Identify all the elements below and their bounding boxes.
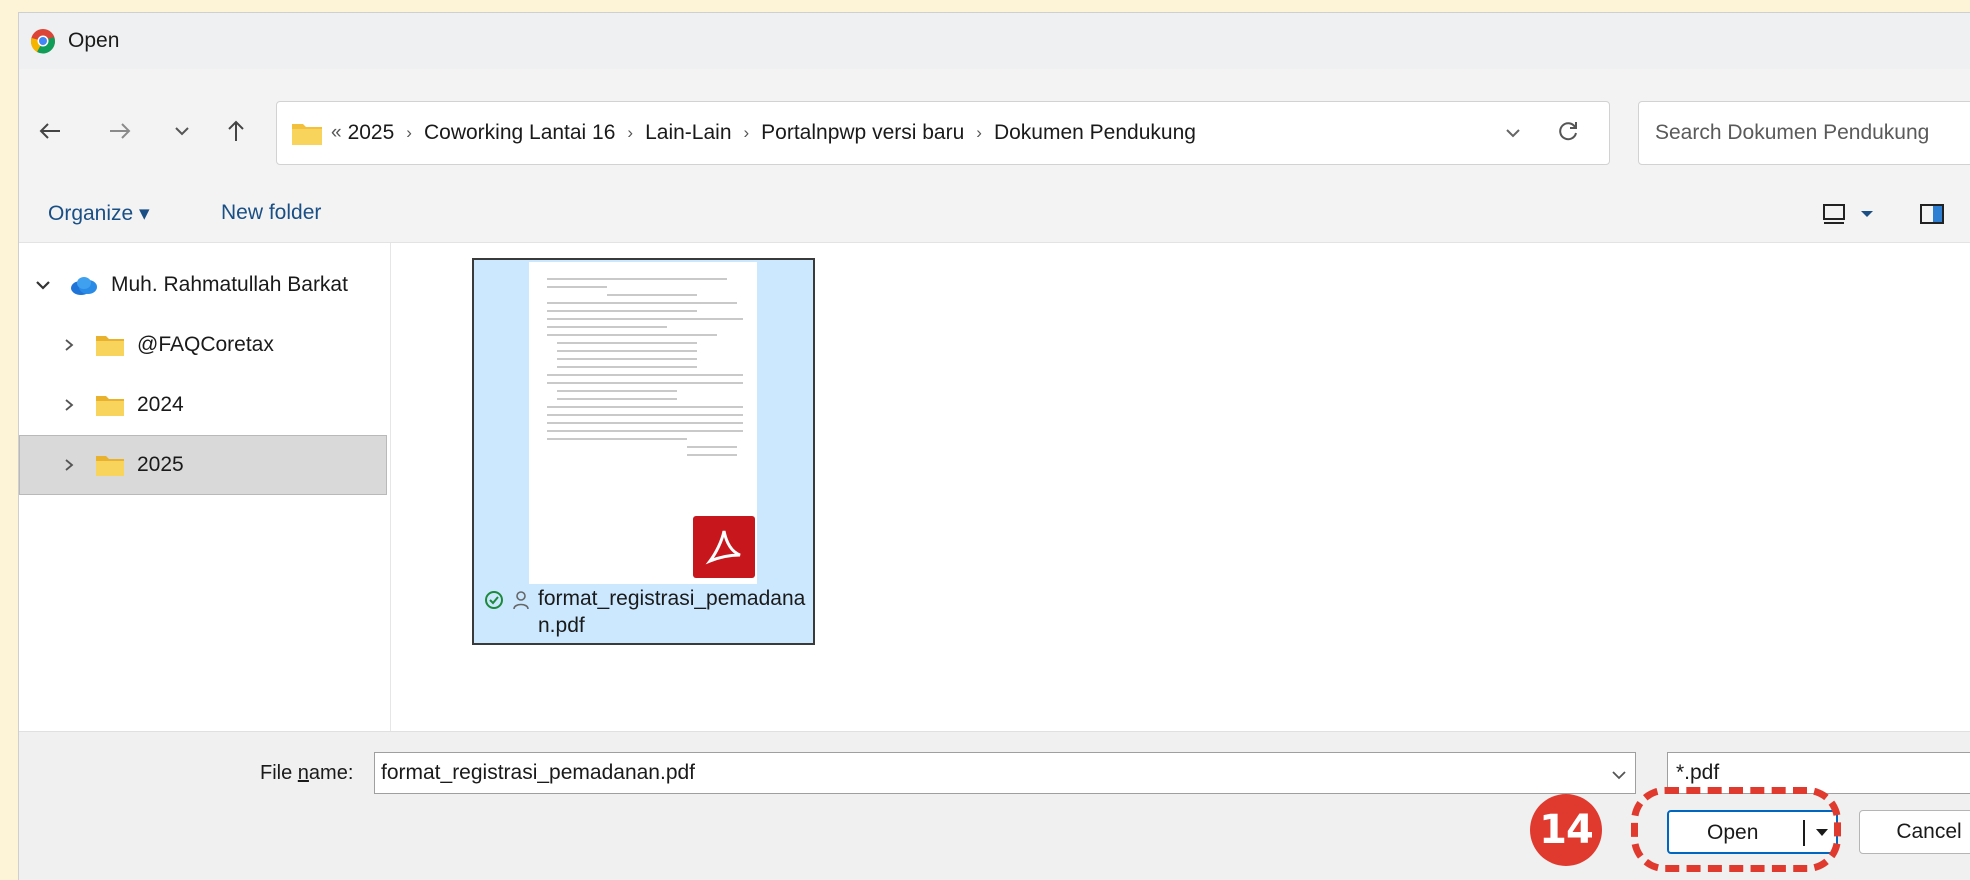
onedrive-cloud-icon [71, 277, 97, 295]
view-layout-icon [1823, 204, 1845, 224]
file-item-selected[interactable]: format_registrasi_pemadanan.pdf [472, 258, 815, 645]
folder-icon [292, 124, 322, 145]
sidebar-item-label: Muh. Rahmatullah Barkat [111, 273, 348, 296]
sidebar-item-onedrive[interactable]: Muh. Rahmatullah Barkat [19, 255, 387, 315]
sidebar-item-label: 2024 [137, 393, 184, 416]
folder-icon [96, 396, 124, 416]
up-arrow-icon[interactable] [219, 114, 253, 148]
sidebar-item-2025[interactable]: 2025 [19, 435, 387, 495]
collapsed-chevron-icon[interactable] [59, 398, 79, 412]
refresh-icon[interactable] [1556, 119, 1580, 149]
folder-icon [96, 456, 124, 476]
collapsed-chevron-icon[interactable] [59, 338, 79, 352]
breadcrumb-overflow[interactable]: « [331, 122, 342, 144]
synced-check-icon [485, 591, 503, 609]
highlight-ring [1631, 787, 1841, 872]
breadcrumb-separator-icon: › [743, 123, 750, 142]
step-number-badge: 14 [1530, 794, 1602, 866]
address-history-chevron-icon[interactable] [1505, 121, 1521, 145]
breadcrumb-item-2025[interactable]: 2025 [342, 121, 401, 145]
pdf-thumbnail [529, 262, 757, 584]
sidebar-item-label: 2025 [137, 453, 184, 476]
view-dropdown-caret-icon [1861, 211, 1873, 217]
new-folder-button[interactable]: New folder [221, 201, 321, 225]
shared-person-icon [513, 591, 529, 610]
window-title: Open [68, 29, 120, 52]
file-name-label: format_registrasi_pemadanan.pdf [538, 587, 806, 637]
search-box[interactable] [1638, 101, 1970, 165]
preview-pane-icon [1920, 204, 1944, 224]
change-view-button[interactable] [1822, 203, 1874, 225]
breadcrumb-separator-icon: › [627, 123, 634, 142]
back-arrow-icon[interactable] [33, 114, 67, 148]
file-name-field[interactable] [381, 761, 1581, 785]
collapsed-chevron-icon[interactable] [59, 458, 79, 472]
forward-arrow-icon[interactable] [103, 114, 137, 148]
breadcrumb-separator-icon: › [406, 123, 412, 142]
navigation-pane[interactable]: Muh. Rahmatullah Barkat @FAQCoretax 2024 [19, 243, 391, 731]
navigation-bar: « 2025 › Coworking Lantai 16 › Lain-Lain… [19, 69, 1970, 185]
file-name-combobox[interactable] [374, 752, 1636, 794]
file-name-field-label: File name: [260, 762, 354, 784]
breadcrumb-item-coworking[interactable]: Coworking Lantai 16 [418, 121, 621, 145]
sidebar-item-label: @FAQCoretax [137, 333, 274, 356]
sidebar-item-2024[interactable]: 2024 [19, 375, 387, 435]
breadcrumb-item-dokumen[interactable]: Dokumen Pendukung [988, 121, 1202, 145]
breadcrumb-item-portalnpwp[interactable]: Portalnpwp versi baru [755, 121, 970, 145]
breadcrumb-item-lain-lain[interactable]: Lain-Lain [639, 121, 737, 145]
file-name-dropdown-chevron-icon[interactable] [1611, 763, 1627, 787]
command-toolbar: Organize ▾ New folder [19, 185, 1970, 243]
recent-locations-chevron-icon[interactable] [165, 114, 199, 148]
breadcrumb-separator-icon: › [976, 123, 982, 142]
cancel-button[interactable]: Cancel [1859, 810, 1970, 854]
folder-icon [96, 336, 124, 356]
address-bar[interactable]: « 2025 › Coworking Lantai 16 › Lain-Lain… [276, 101, 1610, 165]
sidebar-item-faqcoretax[interactable]: @FAQCoretax [19, 315, 387, 375]
title-bar: Open [19, 13, 1970, 69]
open-file-dialog: Open « 2025 › Coworking Lantai 16 › Lain… [18, 12, 1970, 880]
acrobat-pdf-icon [693, 516, 755, 578]
chrome-icon [30, 29, 55, 54]
organize-menu-button[interactable]: Organize ▾ [48, 201, 150, 226]
expanded-chevron-icon[interactable] [33, 279, 53, 291]
search-input[interactable] [1655, 121, 1970, 145]
preview-pane-toggle[interactable] [1919, 203, 1945, 231]
